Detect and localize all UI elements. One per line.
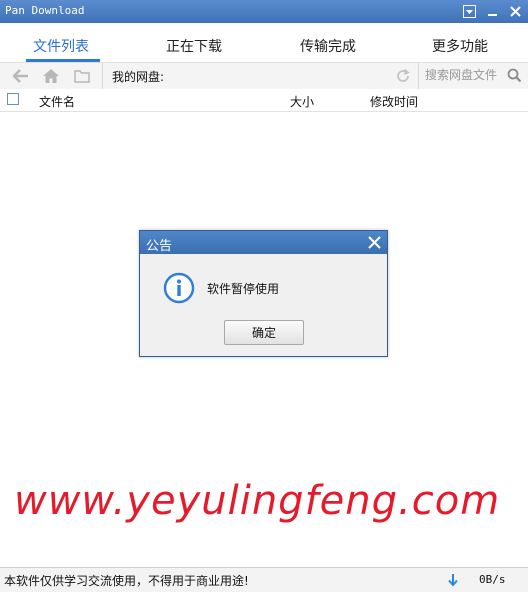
- folder-icon[interactable]: [71, 66, 93, 86]
- status-bar: 本软件仅供学习交流使用，不得用于商业用途! 0B/s: [0, 567, 528, 592]
- announcement-dialog: 公告 软件暂停使用 确定: [139, 230, 388, 357]
- column-modified[interactable]: 修改时间: [370, 93, 418, 110]
- column-size[interactable]: 大小: [290, 93, 314, 110]
- tab-more-features[interactable]: 更多功能: [432, 36, 488, 56]
- toolbar: 我的网盘:: [0, 62, 528, 90]
- refresh-icon[interactable]: [394, 67, 412, 85]
- dialog-message: 软件暂停使用: [207, 282, 280, 296]
- watermark-text: www.yeyulingfeng.com: [14, 478, 501, 524]
- close-icon[interactable]: [508, 4, 523, 19]
- title-bar: Pan Download: [0, 0, 528, 23]
- search-box: [418, 63, 528, 89]
- select-all-checkbox[interactable]: [7, 93, 19, 105]
- search-input[interactable]: [425, 68, 501, 82]
- tab-completed[interactable]: 传输完成: [300, 36, 356, 56]
- home-icon[interactable]: [40, 66, 62, 86]
- file-table-header: 文件名 大小 修改时间: [0, 89, 528, 112]
- download-speed: 0B/s: [479, 573, 506, 586]
- search-icon[interactable]: [507, 68, 522, 83]
- dialog-title: 公告: [146, 239, 173, 254]
- toolbar-divider: [102, 63, 103, 89]
- dialog-close-icon[interactable]: [366, 234, 383, 251]
- main-tabs: 文件列表 正在下载 传输完成 更多功能: [0, 23, 528, 61]
- status-notice: 本软件仅供学习交流使用，不得用于商业用途!: [4, 574, 249, 588]
- dialog-title-bar: 公告: [140, 231, 387, 254]
- minimize-icon[interactable]: [485, 4, 500, 19]
- window-title: Pan Download: [5, 4, 85, 17]
- download-arrow-icon: [447, 572, 459, 587]
- dropdown-menu-icon[interactable]: [462, 4, 477, 19]
- ok-button[interactable]: 确定: [224, 320, 304, 345]
- path-label: 我的网盘:: [112, 70, 165, 84]
- back-arrow-icon[interactable]: [10, 66, 32, 86]
- tab-downloading[interactable]: 正在下载: [166, 36, 222, 56]
- column-filename[interactable]: 文件名: [39, 93, 75, 110]
- tab-file-list[interactable]: 文件列表: [33, 36, 89, 56]
- info-icon: [163, 272, 195, 304]
